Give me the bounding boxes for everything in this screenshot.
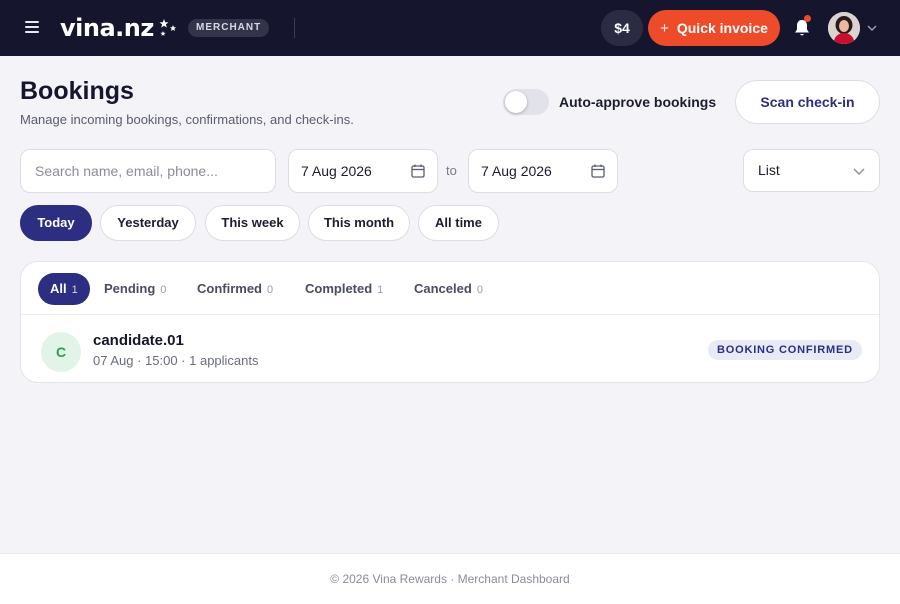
tab-completed[interactable]: Completed 1 xyxy=(305,273,383,305)
tab-canceled[interactable]: Canceled 0 xyxy=(414,273,483,305)
header-divider xyxy=(294,18,295,38)
logo-text: vina.nz xyxy=(60,14,154,42)
tab-confirmed[interactable]: Confirmed 0 xyxy=(197,273,273,305)
calendar-icon xyxy=(591,164,605,178)
calendar-icon xyxy=(411,164,425,178)
search-box xyxy=(20,149,276,193)
tab-label: Pending xyxy=(104,281,156,296)
chevron-down-icon xyxy=(853,168,865,175)
logo[interactable]: vina.nz xyxy=(60,14,178,42)
search-input[interactable] xyxy=(21,150,275,192)
list-item[interactable]: C candidate.01 07 Aug · 15:00 · 1 applic… xyxy=(21,316,879,383)
status-tabs: All 1 Pending 0 Confirmed 0 Completed 1 Canc… xyxy=(21,262,879,315)
booking-name: candidate.01 xyxy=(93,332,184,349)
quick-invoice-label: Quick invoice xyxy=(676,20,768,36)
date-to-value: 7 Aug 2026 xyxy=(481,163,552,179)
period-yesterday[interactable]: Yesterday xyxy=(100,205,196,241)
booking-avatar: C xyxy=(41,332,81,372)
view-mode-value: List xyxy=(758,162,780,178)
tab-label: Confirmed xyxy=(197,281,262,296)
avatar[interactable] xyxy=(828,12,860,44)
tab-count: 0 xyxy=(476,284,483,296)
plus-icon: + xyxy=(660,19,669,37)
view-mode-select[interactable]: List xyxy=(743,149,880,192)
status-badge: BOOKING CONFIRMED xyxy=(708,340,862,360)
tab-pending[interactable]: Pending 0 xyxy=(104,273,166,305)
balance-button[interactable]: $4 xyxy=(601,10,643,46)
chevron-down-icon[interactable] xyxy=(866,22,878,34)
tab-all[interactable]: All 1 xyxy=(38,273,90,305)
period-this-week[interactable]: This week xyxy=(205,205,300,241)
page-title: Bookings xyxy=(20,77,134,105)
top-bar: vina.nz MERCHANT $4 + Quick invoice xyxy=(0,0,900,56)
tab-count: 0 xyxy=(160,284,167,296)
page-subtitle: Manage incoming bookings, confirmations,… xyxy=(20,112,354,127)
menu-icon[interactable] xyxy=(25,20,41,34)
period-today[interactable]: Today xyxy=(20,205,92,241)
date-from-value: 7 Aug 2026 xyxy=(301,163,372,179)
footer: © 2026 Vina Rewards · Merchant Dashboard xyxy=(0,553,900,604)
notification-dot xyxy=(804,15,811,22)
auto-approve-toggle[interactable] xyxy=(503,89,549,115)
user-avatar-icon xyxy=(828,12,860,44)
booking-meta: 07 Aug · 15:00 · 1 applicants xyxy=(93,353,259,368)
tab-count: 0 xyxy=(267,284,274,296)
toggle-knob xyxy=(505,91,527,113)
auto-approve-label: Auto-approve bookings xyxy=(559,94,717,110)
tab-count: 1 xyxy=(71,284,78,296)
date-range-separator: to xyxy=(446,163,457,178)
notifications-button[interactable] xyxy=(792,15,812,38)
scan-check-in-button[interactable]: Scan check-in xyxy=(735,80,880,124)
tab-label: All xyxy=(50,281,67,296)
period-this-month[interactable]: This month xyxy=(308,205,410,241)
merchant-badge: MERCHANT xyxy=(188,19,270,37)
date-to-field[interactable]: 7 Aug 2026 xyxy=(468,149,618,193)
date-from-field[interactable]: 7 Aug 2026 xyxy=(288,149,438,193)
tab-label: Completed xyxy=(305,281,373,296)
quick-invoice-button[interactable]: + Quick invoice xyxy=(648,10,780,46)
logo-stars-icon xyxy=(159,19,177,36)
tab-count: 1 xyxy=(377,284,384,296)
tab-label: Canceled xyxy=(414,281,472,296)
footer-text: © 2026 Vina Rewards · Merchant Dashboard xyxy=(330,572,570,586)
period-all-time[interactable]: All time xyxy=(418,205,499,241)
bookings-card: All 1 Pending 0 Confirmed 0 Completed 1 Canc… xyxy=(20,261,880,383)
